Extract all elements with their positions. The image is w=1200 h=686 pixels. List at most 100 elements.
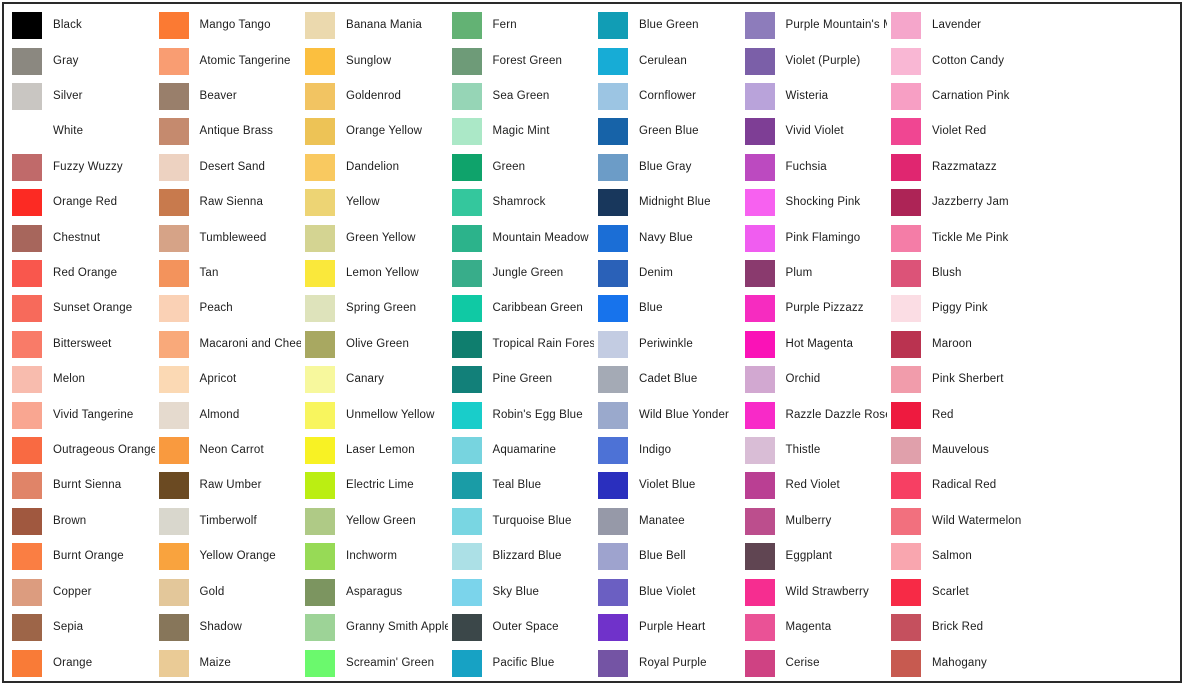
color-swatch-row[interactable]: Maroon — [887, 327, 1034, 362]
color-swatch-row[interactable]: Wild Watermelon — [887, 504, 1034, 539]
color-swatch-row[interactable]: Cotton Candy — [887, 43, 1034, 78]
color-swatch-row[interactable]: Sepia — [8, 610, 155, 645]
color-swatch-row[interactable]: Red Orange — [8, 256, 155, 291]
color-swatch-row[interactable]: Hot Magenta — [741, 327, 888, 362]
color-swatch-row[interactable]: Magenta — [741, 610, 888, 645]
color-swatch-row[interactable]: Jungle Green — [448, 256, 595, 291]
color-swatch-row[interactable]: Spring Green — [301, 291, 448, 326]
color-swatch-row[interactable]: Orange — [8, 645, 155, 680]
color-swatch-row[interactable]: Gold — [155, 575, 302, 610]
color-swatch-row[interactable]: Teal Blue — [448, 468, 595, 503]
color-swatch-row[interactable]: Olive Green — [301, 327, 448, 362]
color-swatch-row[interactable]: Unmellow Yellow — [301, 397, 448, 432]
color-swatch-row[interactable]: Mauvelous — [887, 433, 1034, 468]
color-swatch-row[interactable]: Antique Brass — [155, 114, 302, 149]
color-swatch-row[interactable]: Scarlet — [887, 575, 1034, 610]
color-swatch-row[interactable]: Orange Yellow — [301, 114, 448, 149]
color-swatch-row[interactable]: Pacific Blue — [448, 645, 595, 680]
color-swatch-row[interactable]: Banana Mania — [301, 8, 448, 43]
color-swatch-row[interactable]: Maize — [155, 645, 302, 680]
color-swatch-row[interactable]: Apricot — [155, 362, 302, 397]
color-swatch-row[interactable]: Neon Carrot — [155, 433, 302, 468]
color-swatch-row[interactable]: Violet Red — [887, 114, 1034, 149]
color-swatch-row[interactable]: Fern — [448, 8, 595, 43]
color-swatch-row[interactable]: Pink Sherbert — [887, 362, 1034, 397]
color-swatch-row[interactable]: Vivid Violet — [741, 114, 888, 149]
color-swatch-row[interactable]: Yellow Orange — [155, 539, 302, 574]
color-swatch-row[interactable]: Cadet Blue — [594, 362, 741, 397]
color-swatch-row[interactable]: Purple Pizzazz — [741, 291, 888, 326]
color-swatch-row[interactable]: Yellow Green — [301, 504, 448, 539]
color-swatch-row[interactable]: Carnation Pink — [887, 79, 1034, 114]
color-swatch-row[interactable]: Tickle Me Pink — [887, 220, 1034, 255]
color-swatch-row[interactable]: Shocking Pink — [741, 185, 888, 220]
color-swatch-row[interactable]: Vivid Tangerine — [8, 397, 155, 432]
color-swatch-row[interactable]: Peach — [155, 291, 302, 326]
color-swatch-row[interactable]: Turquoise Blue — [448, 504, 595, 539]
color-swatch-row[interactable]: Blue — [594, 291, 741, 326]
color-swatch-row[interactable]: Pink Flamingo — [741, 220, 888, 255]
color-swatch-row[interactable]: Granny Smith Apple — [301, 610, 448, 645]
color-swatch-row[interactable]: Caribbean Green — [448, 291, 595, 326]
color-swatch-row[interactable]: Fuchsia — [741, 150, 888, 185]
color-swatch-row[interactable]: Cerise — [741, 645, 888, 680]
color-swatch-row[interactable]: Blue Gray — [594, 150, 741, 185]
color-swatch-row[interactable]: Brown — [8, 504, 155, 539]
color-swatch-row[interactable]: Cornflower — [594, 79, 741, 114]
color-swatch-row[interactable]: Navy Blue — [594, 220, 741, 255]
color-swatch-row[interactable]: Green — [448, 150, 595, 185]
color-swatch-row[interactable]: Periwinkle — [594, 327, 741, 362]
color-swatch-row[interactable]: Sky Blue — [448, 575, 595, 610]
color-swatch-row[interactable]: Goldenrod — [301, 79, 448, 114]
color-swatch-row[interactable]: Plum — [741, 256, 888, 291]
color-swatch-row[interactable]: Asparagus — [301, 575, 448, 610]
color-swatch-row[interactable]: Outer Space — [448, 610, 595, 645]
color-swatch-row[interactable]: Raw Sienna — [155, 185, 302, 220]
color-swatch-row[interactable]: Red Violet — [741, 468, 888, 503]
color-swatch-row[interactable]: Jazzberry Jam — [887, 185, 1034, 220]
color-swatch-row[interactable]: Purple Heart — [594, 610, 741, 645]
color-swatch-row[interactable]: Black — [8, 8, 155, 43]
color-swatch-row[interactable]: Electric Lime — [301, 468, 448, 503]
color-swatch-row[interactable]: Mulberry — [741, 504, 888, 539]
color-swatch-row[interactable]: Inchworm — [301, 539, 448, 574]
color-swatch-row[interactable]: Burnt Orange — [8, 539, 155, 574]
color-swatch-row[interactable]: Yellow — [301, 185, 448, 220]
color-swatch-row[interactable]: Orchid — [741, 362, 888, 397]
color-swatch-row[interactable]: Canary — [301, 362, 448, 397]
color-swatch-row[interactable]: Radical Red — [887, 468, 1034, 503]
color-swatch-row[interactable]: Blizzard Blue — [448, 539, 595, 574]
color-swatch-row[interactable]: Indigo — [594, 433, 741, 468]
color-swatch-row[interactable]: Salmon — [887, 539, 1034, 574]
color-swatch-row[interactable]: Wild Strawberry — [741, 575, 888, 610]
color-swatch-row[interactable]: Gray — [8, 43, 155, 78]
color-swatch-row[interactable]: Lavender — [887, 8, 1034, 43]
color-swatch-row[interactable]: Manatee — [594, 504, 741, 539]
color-swatch-row[interactable]: Shamrock — [448, 185, 595, 220]
color-swatch-row[interactable]: Lemon Yellow — [301, 256, 448, 291]
color-swatch-row[interactable]: Burnt Sienna — [8, 468, 155, 503]
color-swatch-row[interactable]: Timberwolf — [155, 504, 302, 539]
color-swatch-row[interactable]: Tumbleweed — [155, 220, 302, 255]
color-swatch-row[interactable]: Tan — [155, 256, 302, 291]
color-swatch-row[interactable]: Shadow — [155, 610, 302, 645]
color-swatch-row[interactable]: Orange Red — [8, 185, 155, 220]
color-swatch-row[interactable]: Dandelion — [301, 150, 448, 185]
color-swatch-row[interactable]: Blue Green — [594, 8, 741, 43]
color-swatch-row[interactable]: Almond — [155, 397, 302, 432]
color-swatch-row[interactable]: Atomic Tangerine — [155, 43, 302, 78]
color-swatch-row[interactable]: Forest Green — [448, 43, 595, 78]
color-swatch-row[interactable]: Beaver — [155, 79, 302, 114]
color-swatch-row[interactable]: Tropical Rain Forest — [448, 327, 594, 362]
color-swatch-row[interactable]: Melon — [8, 362, 155, 397]
color-swatch-row[interactable]: Mahogany — [887, 645, 1034, 680]
color-swatch-row[interactable]: Green Yellow — [301, 220, 448, 255]
color-swatch-row[interactable]: Eggplant — [741, 539, 888, 574]
color-swatch-row[interactable]: Violet (Purple) — [741, 43, 888, 78]
color-swatch-row[interactable]: Screamin' Green — [301, 645, 448, 680]
color-swatch-row[interactable]: Macaroni and Cheese — [155, 327, 301, 362]
color-swatch-row[interactable]: Midnight Blue — [594, 185, 741, 220]
color-swatch-row[interactable]: Blue Violet — [594, 575, 741, 610]
color-swatch-row[interactable]: Chestnut — [8, 220, 155, 255]
color-swatch-row[interactable]: Laser Lemon — [301, 433, 448, 468]
